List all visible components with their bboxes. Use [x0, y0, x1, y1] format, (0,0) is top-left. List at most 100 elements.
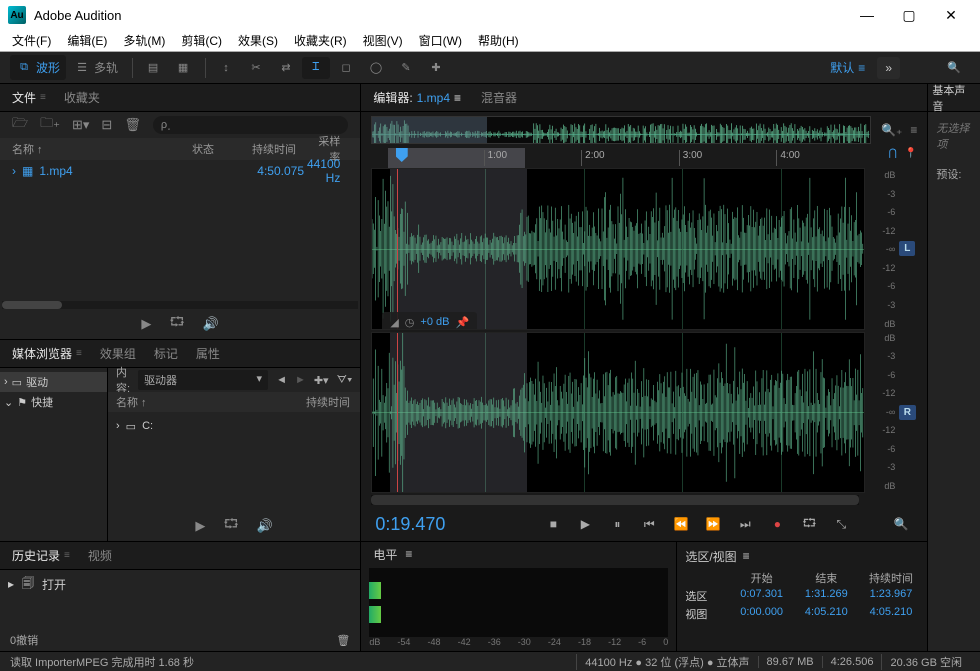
tab-files[interactable]: 文件 ≡ — [12, 89, 46, 106]
tool-lasso[interactable]: ◯ — [362, 57, 390, 79]
tab-properties[interactable]: 属性 — [196, 345, 220, 362]
tool-slip[interactable]: ⇄ — [272, 57, 300, 79]
col-name[interactable]: 名称 ↑ — [4, 141, 184, 157]
new-file-button[interactable]: ⊞▾ — [72, 117, 89, 133]
tab-mixer[interactable]: 混音器 — [481, 89, 517, 106]
tool-marquee[interactable]: ◻ — [332, 57, 360, 79]
loop-preview-button[interactable]: ⮔ — [169, 313, 184, 335]
tree-shortcuts[interactable]: ⌄⚑快捷 — [0, 392, 107, 412]
trash-button[interactable]: 🗑 — [336, 634, 350, 647]
delete-button[interactable]: 🗑 — [124, 117, 141, 133]
col-duration[interactable]: 持续时间 — [234, 141, 304, 157]
rewind-button[interactable]: ⏪ — [669, 514, 693, 534]
menu-icon[interactable]: ≡ — [405, 547, 412, 561]
record-button[interactable]: ● — [765, 514, 789, 534]
pause-button[interactable]: ⏸ — [605, 514, 629, 534]
tool-spectral-pitch[interactable]: ▦ — [169, 57, 197, 79]
open-file-button[interactable]: 🗁 — [12, 114, 28, 136]
tab-markers[interactable]: 标记 — [154, 345, 178, 362]
tab-editor[interactable]: 编辑器: 1.mp4 ≡ — [373, 89, 461, 106]
menu-icon[interactable]: ≡ — [64, 550, 70, 561]
col-status[interactable]: 状态 — [184, 141, 234, 157]
file-row[interactable]: ›▦1.mp4 4:50.075 44100 Hz — [0, 160, 360, 182]
loop-preview-button[interactable]: ⮔ — [223, 515, 238, 537]
play-preview-button[interactable]: ▶ — [141, 316, 151, 332]
tab-video[interactable]: 视频 — [88, 547, 112, 564]
menu-favorites[interactable]: 收藏夹(R) — [286, 30, 355, 51]
autoplay-button[interactable]: 🔊 — [257, 518, 273, 534]
maximize-button[interactable]: ▢ — [888, 0, 930, 30]
import-button[interactable]: 🗀₊ — [40, 114, 60, 136]
left-channel-badge[interactable]: L — [899, 241, 915, 256]
menu-icon[interactable]: ≡ — [40, 92, 46, 103]
gain-hud[interactable]: ◢ ◷ +0 dB 📌 — [382, 312, 477, 330]
pin-button[interactable]: ⋂ — [889, 148, 897, 159]
add-shortcut-button[interactable]: ✚▾ — [314, 374, 329, 387]
menu-multitrack[interactable]: 多轨(M) — [115, 30, 173, 51]
list-view-button[interactable]: ≡ — [910, 123, 917, 137]
sel-end[interactable]: 1:31.269 — [798, 588, 855, 604]
right-channel-badge[interactable]: R — [899, 405, 916, 420]
tool-time-select[interactable]: Ꮖ — [302, 57, 330, 79]
tree-drives[interactable]: ›▭驱动 — [0, 372, 107, 392]
mcol-duration[interactable]: 持续时间 — [306, 394, 350, 410]
close-file-button[interactable]: ⊟ — [101, 117, 112, 133]
menu-icon[interactable]: ≡ — [454, 91, 461, 105]
menu-effects[interactable]: 效果(S) — [230, 30, 286, 51]
zoom-full-button[interactable]: 🔍 — [889, 514, 913, 534]
workspace-overflow[interactable]: » — [877, 57, 900, 79]
workspace-switcher[interactable]: 默认 ≡ — [830, 59, 865, 76]
pin-icon[interactable]: 📌 — [455, 316, 469, 329]
expand-icon[interactable]: › — [12, 164, 16, 178]
tab-history[interactable]: 历史记录 ≡ — [12, 547, 70, 564]
close-button[interactable]: ✕ — [930, 0, 972, 30]
files-search-input[interactable]: ρ˯ — [153, 116, 348, 134]
menu-window[interactable]: 窗口(W) — [411, 30, 470, 51]
waveform-right-channel[interactable] — [371, 332, 865, 494]
sel-duration[interactable]: 1:23.967 — [863, 588, 920, 604]
menu-help[interactable]: 帮助(H) — [470, 30, 527, 51]
tab-effect-rack[interactable]: 效果组 — [100, 345, 136, 362]
fwd-button[interactable]: ► — [295, 374, 306, 386]
mcol-name[interactable]: 名称 ↑ — [116, 394, 306, 410]
menu-icon[interactable]: ≡ — [76, 348, 82, 359]
search-button[interactable]: 🔍 — [940, 57, 968, 79]
fastfwd-button[interactable]: ⏩ — [701, 514, 725, 534]
autoplay-button[interactable]: 🔊 — [203, 316, 219, 332]
view-duration[interactable]: 4:05.210 — [863, 606, 920, 622]
timecode-display[interactable]: 0:19.470 — [375, 514, 525, 535]
time-ruler[interactable]: 1:002:003:004:00 ⋂ 📍 — [371, 148, 859, 168]
view-start[interactable]: 0:00.000 — [733, 606, 790, 622]
tab-media-browser[interactable]: 媒体浏览器 ≡ — [12, 345, 82, 362]
go-start-button[interactable]: ⏮ — [637, 514, 661, 534]
content-dropdown[interactable]: 驱动器 — [138, 370, 268, 390]
overview-waveform[interactable] — [371, 116, 871, 144]
sel-start[interactable]: 0:07.301 — [733, 588, 790, 604]
zoom-tool-button[interactable]: 🔍₊ — [881, 123, 902, 137]
essential-sound-title[interactable]: 基本声音 — [928, 84, 980, 112]
back-button[interactable]: ◄ — [276, 374, 287, 386]
menu-file[interactable]: 文件(F) — [4, 30, 59, 51]
waveform-mode-button[interactable]: ⧉ 波形 — [10, 55, 66, 80]
filter-button[interactable]: ᗊ▾ — [337, 374, 353, 387]
overview-selection[interactable] — [372, 117, 486, 143]
levels-meter[interactable] — [369, 568, 668, 637]
marker-tool-button[interactable]: 📍 — [905, 148, 917, 159]
tool-razor[interactable]: ✂ — [242, 57, 270, 79]
tool-spectral-freq[interactable]: ▤ — [139, 57, 167, 79]
play-preview-button[interactable]: ▶ — [195, 518, 205, 534]
menu-icon[interactable]: ≡ — [743, 549, 750, 563]
waveform-left-channel[interactable]: ◢ ◷ +0 dB 📌 — [371, 168, 865, 330]
tool-brush[interactable]: ✎ — [392, 57, 420, 79]
files-hscroll[interactable] — [2, 301, 358, 309]
stop-button[interactable]: ■ — [541, 514, 565, 534]
tool-move[interactable]: ↕ — [212, 57, 240, 79]
history-item[interactable]: ▸🗐打开 — [8, 574, 352, 594]
menu-edit[interactable]: 编辑(E) — [59, 30, 115, 51]
skip-selection-button[interactable]: ⤡ — [829, 514, 853, 534]
tab-favorites[interactable]: 收藏夹 — [64, 89, 100, 106]
menu-clip[interactable]: 剪辑(C) — [173, 30, 230, 51]
play-button[interactable]: ▶ — [573, 514, 597, 534]
go-end-button[interactable]: ⏭ — [733, 514, 757, 534]
menu-view[interactable]: 视图(V) — [355, 30, 411, 51]
